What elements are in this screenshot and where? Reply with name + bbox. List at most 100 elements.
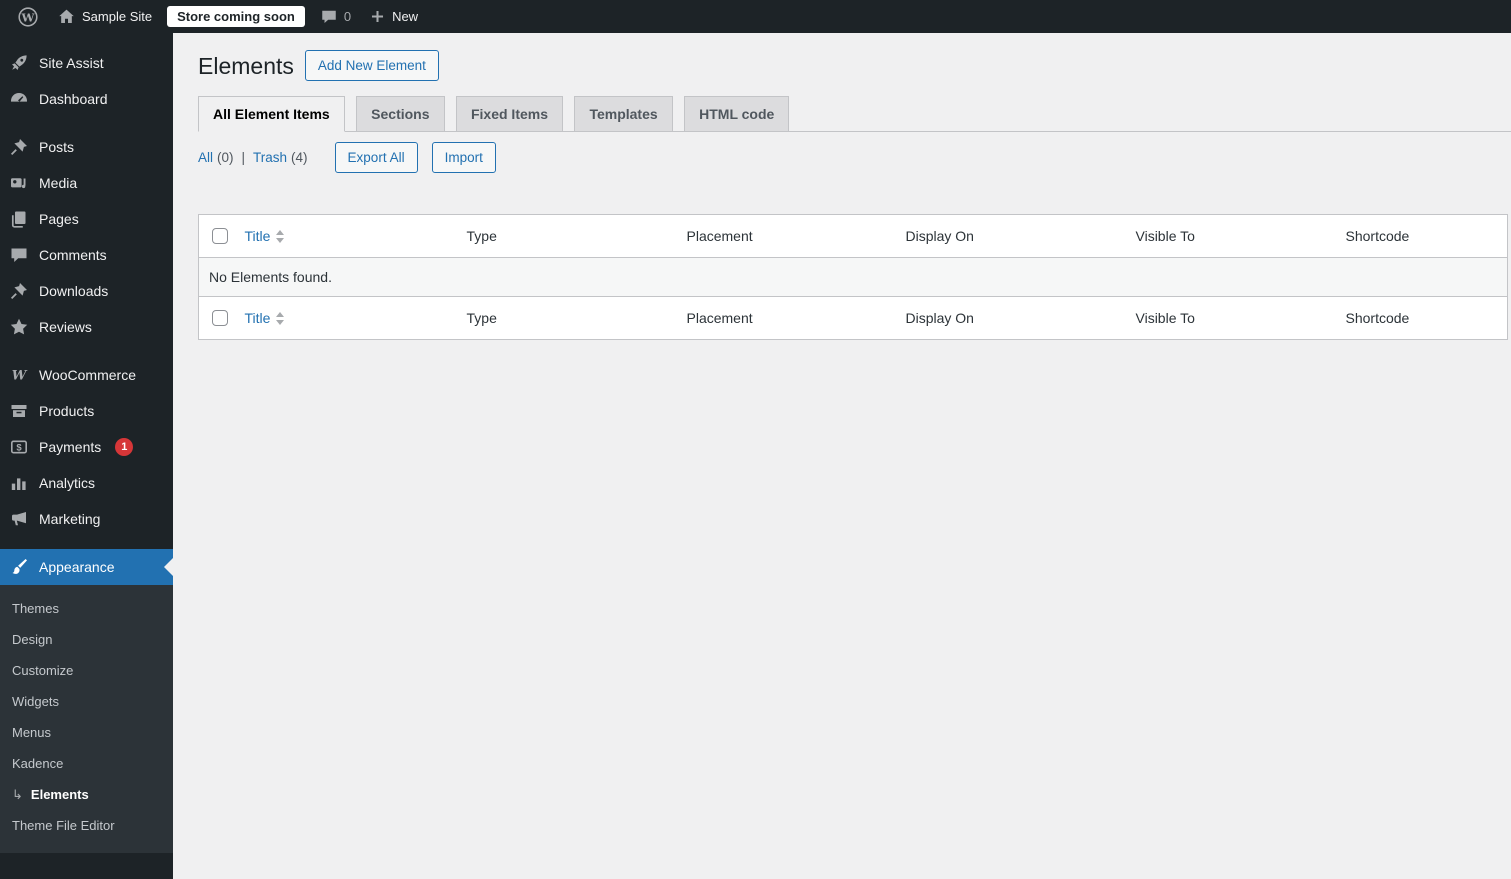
sidebar-item-site-assist[interactable]: Site Assist — [0, 45, 173, 81]
sort-arrows-icon — [276, 311, 285, 325]
new-content-menu[interactable]: New — [360, 0, 427, 33]
comment-count: 0 — [343, 9, 352, 24]
export-all-button[interactable]: Export All — [334, 142, 418, 173]
tab-all-element-items[interactable]: All Element Items — [198, 96, 345, 132]
sidebar-item-products[interactable]: Products — [0, 393, 173, 429]
submenu-item-menus[interactable]: Menus — [0, 717, 173, 748]
site-name: Sample Site — [82, 9, 153, 24]
submenu-item-themes[interactable]: Themes — [0, 593, 173, 624]
comment-icon — [320, 8, 338, 26]
submenu-item-label: Elements — [30, 787, 89, 802]
filter-row: All (0) | Trash (4) Export All Import — [198, 142, 1511, 173]
page-title: Elements — [198, 52, 294, 79]
bar-chart-icon — [9, 473, 29, 493]
pages-icon — [9, 209, 29, 229]
column-footer-title: Title — [244, 310, 271, 326]
sidebar-item-label: Posts — [39, 139, 75, 155]
svg-text:$: $ — [16, 442, 22, 453]
sidebar-item-pages[interactable]: Pages — [0, 201, 173, 237]
column-header-type: Type — [456, 214, 677, 258]
woocommerce-icon: W — [9, 365, 29, 385]
rocket-icon — [9, 53, 29, 73]
wordpress-logo-icon: W — [17, 6, 39, 28]
sidebar-item-label: Products — [39, 403, 95, 419]
menu-separator — [0, 117, 173, 129]
submenu-item-design[interactable]: Design — [0, 624, 173, 655]
title-row: Elements Add New Element — [198, 50, 1511, 81]
visit-site-link[interactable]: Sample Site — [48, 0, 161, 33]
tab-sections[interactable]: Sections — [356, 96, 445, 132]
submenu-item-customize[interactable]: Customize — [0, 655, 173, 686]
sidebar-item-label: WooCommerce — [39, 367, 136, 383]
svg-text:W: W — [12, 369, 28, 384]
column-header-shortcode: Shortcode — [1335, 214, 1508, 258]
column-footer-visible-to: Visible To — [1125, 296, 1336, 340]
submenu-item-kadence[interactable]: Kadence — [0, 748, 173, 779]
payments-dollar-icon: $ — [9, 437, 29, 457]
svg-text:W: W — [21, 10, 36, 24]
comment-bubble-icon — [9, 245, 29, 265]
submenu-item-widgets[interactable]: Widgets — [0, 686, 173, 717]
brush-icon — [9, 557, 29, 577]
sidebar-item-label: Appearance — [39, 559, 115, 575]
sidebar-item-reviews[interactable]: Reviews — [0, 309, 173, 345]
tab-fixed-items[interactable]: Fixed Items — [455, 96, 563, 132]
column-footer-display-on: Display On — [895, 296, 1126, 340]
dashboard-icon — [9, 89, 29, 109]
admin-sidebar: Site Assist Dashboard Posts Media Pages … — [0, 33, 173, 879]
column-footer-shortcode: Shortcode — [1335, 296, 1508, 340]
sidebar-item-label: Pages — [39, 211, 79, 227]
table-header-row: Title Type Placement Display On Visible … — [198, 214, 1508, 258]
empty-row: No Elements found. — [198, 257, 1508, 297]
select-all-checkbox-footer[interactable] — [212, 310, 228, 326]
megaphone-icon — [9, 509, 29, 529]
column-footer-placement: Placement — [676, 296, 896, 340]
comments-shortcut[interactable]: 0 — [311, 0, 360, 33]
sidebar-item-analytics[interactable]: Analytics — [0, 465, 173, 501]
sidebar-item-comments[interactable]: Comments — [0, 237, 173, 273]
menu-separator — [0, 537, 173, 549]
wordpress-menu[interactable]: W — [8, 0, 48, 33]
filter-trash-count: (4) — [291, 150, 308, 165]
submenu-item-elements[interactable]: ↳ Elements — [0, 779, 173, 810]
sort-by-title-link[interactable]: Title — [245, 228, 285, 244]
filter-trash-link[interactable]: Trash — [253, 150, 287, 165]
tab-templates[interactable]: Templates — [574, 96, 673, 132]
sidebar-item-label: Payments — [39, 439, 102, 455]
table-footer-row: Title Type Placement Display On Visible … — [198, 296, 1508, 340]
sidebar-item-label: Marketing — [39, 511, 101, 527]
sidebar-item-posts[interactable]: Posts — [0, 129, 173, 165]
sidebar-item-dashboard[interactable]: Dashboard — [0, 81, 173, 117]
payments-count-badge: 1 — [115, 438, 134, 456]
submenu-item-theme-file-editor[interactable]: Theme File Editor — [0, 810, 173, 841]
sidebar-item-woocommerce[interactable]: W WooCommerce — [0, 357, 173, 393]
sidebar-item-label: Comments — [39, 247, 107, 263]
sidebar-item-media[interactable]: Media — [0, 165, 173, 201]
sidebar-item-appearance[interactable]: Appearance — [0, 549, 173, 585]
import-button[interactable]: Import — [431, 142, 496, 173]
filter-all-count: (0) — [217, 150, 234, 165]
column-header-visible-to: Visible To — [1125, 214, 1336, 258]
select-all-checkbox[interactable] — [212, 228, 228, 244]
sidebar-item-marketing[interactable]: Marketing — [0, 501, 173, 537]
sidebar-item-label: Site Assist — [39, 55, 104, 71]
new-label: New — [392, 9, 419, 24]
filter-all-link[interactable]: All — [198, 150, 213, 165]
main-content: Elements Add New Element All Element Ite… — [173, 33, 1511, 879]
add-new-element-button[interactable]: Add New Element — [304, 50, 439, 81]
plus-icon — [369, 8, 386, 25]
column-header-placement: Placement — [676, 214, 896, 258]
sidebar-item-label: Dashboard — [39, 91, 108, 107]
elements-list-table: Title Type Placement Display On Visible … — [198, 214, 1508, 340]
empty-message: No Elements found. — [198, 257, 1508, 297]
subitem-arrow-icon: ↳ — [12, 787, 23, 802]
sidebar-item-label: Downloads — [39, 283, 109, 299]
tab-bar: All Element Items Sections Fixed Items T… — [198, 96, 1511, 132]
home-icon — [57, 7, 76, 26]
sort-by-title-link-footer[interactable]: Title — [245, 310, 285, 326]
column-footer-type: Type — [456, 296, 677, 340]
tab-html-code[interactable]: HTML code — [684, 96, 790, 132]
sidebar-item-downloads[interactable]: Downloads — [0, 273, 173, 309]
sidebar-item-payments[interactable]: $ Payments 1 — [0, 429, 173, 465]
store-coming-soon-badge: Store coming soon — [167, 6, 305, 27]
